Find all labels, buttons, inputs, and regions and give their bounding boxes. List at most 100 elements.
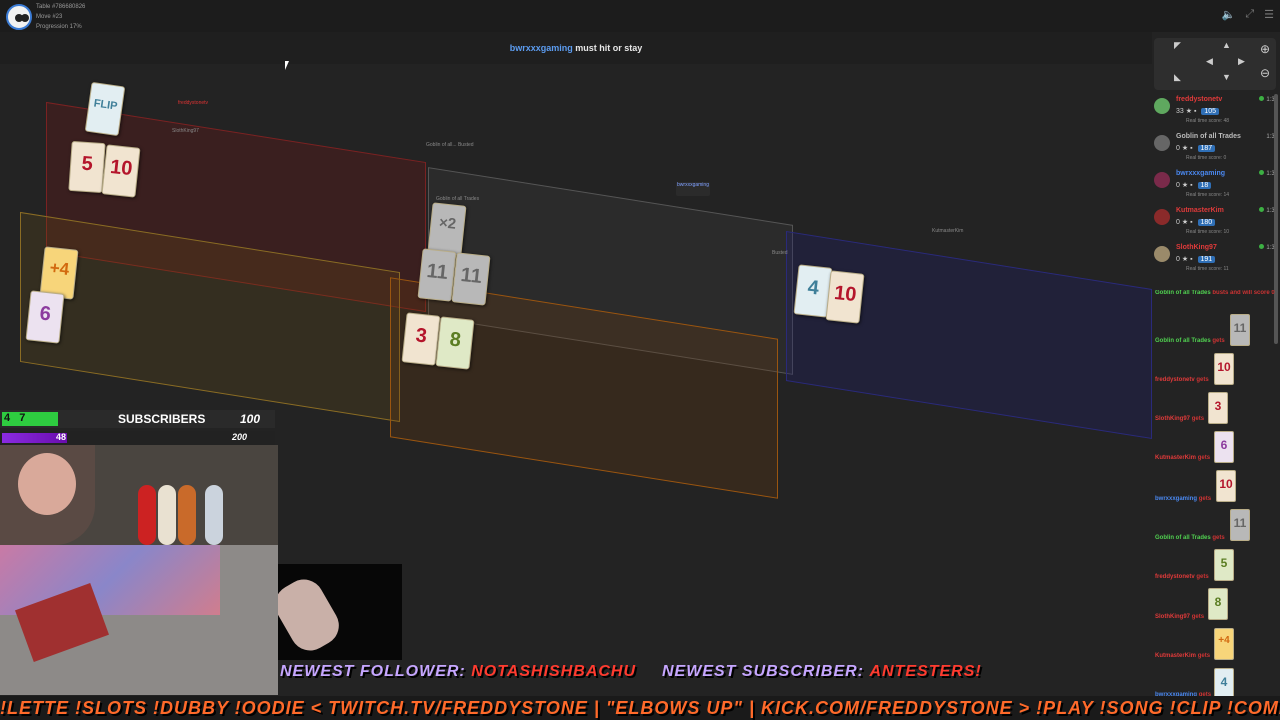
player-panel[interactable]: SlothKing97 0 ★ ▪ 191 Real time score: 1…: [1152, 242, 1280, 279]
log-entry: bwrxxxgaming gets: [1155, 496, 1212, 502]
log-entry: Goblin of all Trades gets: [1155, 338, 1225, 344]
sound-icon[interactable]: 🔈: [1222, 8, 1236, 21]
player-avatar: [1154, 209, 1170, 225]
active-player[interactable]: bwrxxxgaming: [510, 43, 573, 53]
subscribers-goal: 100: [240, 412, 261, 426]
player-panel[interactable]: freddystonetv 33 ★ ▪ 105 Real time score…: [1152, 94, 1280, 131]
table-info: Table #786680826 Move #23 Progression 17…: [36, 2, 85, 32]
subscriber-progress: 48 200: [0, 431, 275, 445]
log-entry: Goblin of all Trades busts and will scor…: [1155, 290, 1275, 296]
newest-subscriber: NEWEST SUBSCRIBER: ANTESTERS!: [662, 663, 982, 680]
log-card: 11: [1230, 314, 1250, 346]
player-name[interactable]: Goblin of all Trades: [1176, 133, 1241, 140]
skateboard-deck: [205, 485, 223, 545]
log-entry: KutmasterKim gets: [1155, 455, 1211, 461]
arrow-right-icon[interactable]: ▶: [1238, 56, 1245, 67]
log-entry: freddystonetv gets: [1155, 574, 1209, 580]
arrow-up-left-icon[interactable]: ◤: [1174, 40, 1181, 51]
goblin-card-2: 11: [417, 248, 457, 302]
progress-value: 48: [56, 432, 67, 442]
hand-cam-hand: [278, 572, 347, 658]
label-freddystone-top: freddystonetv: [178, 100, 209, 106]
label-kutmaster: KutmasterKim: [932, 228, 964, 234]
player-name[interactable]: KutmasterKim: [1176, 207, 1224, 214]
goblin-card-3: 11: [451, 252, 491, 306]
log-card: 10: [1216, 470, 1236, 502]
flip-card: FLIP: [84, 81, 126, 137]
bga-logo[interactable]: [6, 4, 32, 30]
kutmaster-card-2: 6: [25, 290, 65, 344]
hand-cam: [278, 564, 402, 660]
real-time-score: Real time score: 48: [1186, 118, 1230, 124]
player-score: 0 ★ ▪ 187: [1176, 144, 1216, 152]
newest-follower: NEWEST FOLLOWER: NOTASHISHBACHU: [280, 663, 637, 680]
board-navigation[interactable]: ▲ ◀ ▶ ▼ ◤ ◣ ⊕ ⊖: [1154, 38, 1276, 90]
log-entry: SlothKing97 gets: [1155, 416, 1205, 422]
log-card: 10: [1214, 353, 1234, 385]
log-entry: Goblin of all Trades gets: [1155, 535, 1225, 541]
real-time-score: Real time score: 10: [1186, 229, 1230, 235]
progression: Progression 17%: [36, 24, 82, 30]
tag-bwrxxx: bwrxxxgaming: [676, 182, 710, 196]
arrow-up-icon[interactable]: ▲: [1222, 40, 1231, 50]
zoom-out-icon[interactable]: ⊖: [1260, 66, 1270, 80]
log-card: 11: [1230, 509, 1250, 541]
player-avatar: [1154, 246, 1170, 262]
sloth-card-1: 3: [401, 312, 441, 366]
player-name[interactable]: SlothKing97: [1176, 244, 1217, 251]
skateboard-deck: [138, 485, 156, 545]
move-number: Move #23: [36, 14, 63, 20]
player-score: 0 ★ ▪ 191: [1176, 255, 1216, 263]
log-card: 3: [1208, 392, 1228, 424]
log-card: 8: [1208, 588, 1228, 620]
skateboard-deck: [158, 485, 176, 545]
status-message: must hit or stay: [575, 43, 643, 53]
player-score: 33 ★ ▪ 105: [1176, 107, 1220, 115]
log-entry: KutmasterKim gets: [1155, 653, 1211, 659]
zoom-in-icon[interactable]: ⊕: [1260, 42, 1270, 56]
command-ticker: !LETTE !SLOTS !DUBBY !OODIE < TWITCH.TV/…: [0, 696, 1280, 720]
label-busted: Busted: [772, 250, 788, 256]
subscriber-goal: 4 7 SUBSCRIBERS 100: [0, 410, 275, 428]
log-entry: freddystonetv gets: [1155, 377, 1209, 383]
skateboard-deck: [178, 485, 196, 545]
log-entry: SlothKing97 gets: [1155, 614, 1205, 620]
mouse-cursor: [285, 61, 289, 70]
webcam-feed: [0, 445, 278, 695]
top-icons: 🔈 ⤢ ☰: [1222, 8, 1274, 21]
real-time-score: Real time score: 0: [1186, 155, 1227, 161]
player-score: 0 ★ ▪ 18: [1176, 181, 1212, 189]
player-avatar: [1154, 135, 1170, 151]
real-time-score: Real time score: 11: [1186, 266, 1229, 272]
streamer-face: [18, 453, 76, 515]
player-panel[interactable]: bwrxxxgaming 0 ★ ▪ 18 Real time score: 1…: [1152, 168, 1280, 205]
status-bar: bwrxxxgaming must hit or stay: [0, 32, 1152, 64]
player-avatar: [1154, 98, 1170, 114]
progress-goal: 200: [232, 432, 248, 442]
freddy-card-2: 10: [101, 144, 141, 198]
log-card: +4: [1214, 628, 1234, 660]
arrow-left-icon[interactable]: ◀: [1206, 56, 1213, 67]
player-list: freddystonetv 33 ★ ▪ 105 Real time score…: [1152, 94, 1280, 279]
player-avatar: [1154, 172, 1170, 188]
player-score: 0 ★ ▪ 180: [1176, 218, 1216, 226]
label-goblin-busted: Goblin of all... Busted: [426, 142, 474, 148]
streamer: [0, 445, 95, 545]
fullscreen-icon[interactable]: ⤢: [1245, 8, 1254, 21]
bwrx-card-2: 10: [825, 270, 865, 324]
freddy-card-1: 5: [68, 140, 106, 194]
player-name[interactable]: freddystonetv: [1176, 96, 1222, 103]
log-card: 6: [1214, 431, 1234, 463]
goblin-card-1: ×2: [427, 202, 467, 256]
top-bar: Table #786680826 Move #23 Progression 17…: [0, 0, 1280, 32]
menu-icon[interactable]: ☰: [1264, 8, 1274, 21]
player-panel[interactable]: KutmasterKim 0 ★ ▪ 180 Real time score: …: [1152, 205, 1280, 242]
log-card: 5: [1214, 549, 1234, 581]
arrow-down-icon[interactable]: ▼: [1222, 72, 1231, 82]
zone-bwrxxx: [786, 231, 1152, 439]
label-goblin-zone: Goblin of all Trades: [436, 196, 480, 202]
sloth-card-2: 8: [435, 316, 475, 370]
arrow-down-left-icon[interactable]: ◣: [1174, 72, 1181, 83]
player-panel[interactable]: Goblin of all Trades 0 ★ ▪ 187 Real time…: [1152, 131, 1280, 168]
player-name[interactable]: bwrxxxgaming: [1176, 170, 1225, 177]
